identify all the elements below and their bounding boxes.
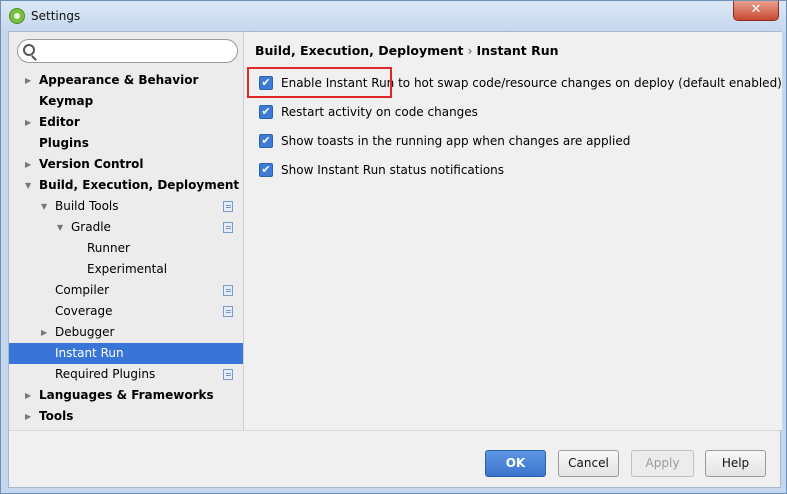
tree-item-label: Build, Execution, Deployment	[39, 178, 240, 192]
option-label[interactable]: Show toasts in the running app when chan…	[281, 130, 630, 152]
expand-arrow-icon[interactable]: ▼	[57, 217, 67, 238]
tree-item-label: Instant Run	[55, 346, 124, 360]
tree-item-label: Experimental	[87, 262, 168, 276]
option-label[interactable]: Restart activity on code changes	[281, 101, 478, 123]
settings-tree: ▶ Appearance & Behavior Keymap ▶ Editor Plugi…	[9, 70, 243, 427]
cancel-button[interactable]: Cancel	[558, 450, 619, 477]
tree-item-label: Editor	[39, 115, 80, 129]
tree-item-editor[interactable]: ▶ Editor	[9, 112, 243, 133]
tree-item-label: Debugger	[55, 325, 115, 339]
tree-item-debugger[interactable]: ▶ Debugger	[9, 322, 243, 343]
tree-item-coverage[interactable]: Coverage	[9, 301, 243, 322]
tree-item-label: Build Tools	[55, 199, 119, 213]
tree-item-required-plugins[interactable]: Required Plugins	[9, 364, 243, 385]
tree-item-label: Coverage	[55, 304, 113, 318]
window-title: Settings	[31, 9, 81, 23]
settings-sidebar: ▶ Appearance & Behavior Keymap ▶ Editor Plugi…	[9, 32, 244, 430]
collapse-arrow-icon[interactable]: ▶	[25, 70, 35, 91]
option-checkbox[interactable]: ✔	[259, 134, 273, 148]
tree-item-version-control[interactable]: ▶ Version Control	[9, 154, 243, 175]
tree-item-label: Appearance & Behavior	[39, 73, 199, 87]
tree-item-label: Runner	[87, 241, 130, 255]
breadcrumb: Build, Execution, Deployment › Instant Run	[255, 43, 559, 58]
breadcrumb-current: Instant Run	[476, 43, 559, 58]
tree-item-instant-run[interactable]: Instant Run	[9, 343, 243, 364]
apply-button[interactable]: Apply	[631, 450, 694, 477]
tree-item-tools[interactable]: ▶ Tools	[9, 406, 243, 427]
title-bar[interactable]: Settings ✕	[1, 1, 786, 31]
android-studio-icon	[9, 8, 25, 24]
option-checkbox[interactable]: ✔	[259, 105, 273, 119]
collapse-arrow-icon[interactable]: ▶	[25, 406, 35, 427]
project-settings-icon	[223, 222, 233, 233]
search-input[interactable]	[40, 42, 230, 60]
search-icon	[23, 44, 35, 56]
close-icon: ✕	[750, 2, 762, 17]
tree-item-label: Plugins	[39, 136, 89, 150]
tree-item-runner[interactable]: Runner	[9, 238, 243, 259]
tree-item-plugins[interactable]: Plugins	[9, 133, 243, 154]
highlight-box	[247, 67, 392, 98]
tree-item-keymap[interactable]: Keymap	[9, 91, 243, 112]
tree-item-label: Tools	[39, 409, 74, 423]
settings-panel: Build, Execution, Deployment › Instant Run…	[245, 32, 782, 430]
close-button[interactable]: ✕	[733, 1, 779, 21]
tree-item-label: Compiler	[55, 283, 110, 297]
tree-item-appearance-behavior[interactable]: ▶ Appearance & Behavior	[9, 70, 243, 91]
project-settings-icon	[223, 369, 233, 380]
expand-arrow-icon[interactable]: ▼	[25, 175, 35, 196]
tree-item-label: Required Plugins	[55, 367, 156, 381]
search-box[interactable]	[17, 39, 238, 63]
tree-item-build-execution-deployment[interactable]: ▼ Build, Execution, Deployment	[9, 175, 243, 196]
option-checkbox[interactable]: ✔	[259, 163, 273, 177]
project-settings-icon	[223, 306, 233, 317]
tree-item-gradle[interactable]: ▼ Gradle	[9, 217, 243, 238]
option-label[interactable]: Show Instant Run status notifications	[281, 159, 504, 181]
dialog-footer: OK Cancel Apply Help	[9, 430, 780, 487]
collapse-arrow-icon[interactable]: ▶	[25, 112, 35, 133]
settings-content: ▶ Appearance & Behavior Keymap ▶ Editor Plugi…	[8, 31, 782, 488]
ok-button[interactable]: OK	[485, 450, 546, 477]
breadcrumb-separator: ›	[467, 43, 473, 58]
project-settings-icon	[223, 285, 233, 296]
collapse-arrow-icon[interactable]: ▶	[41, 322, 51, 343]
collapse-arrow-icon[interactable]: ▶	[25, 385, 35, 406]
breadcrumb-parent: Build, Execution, Deployment	[255, 43, 464, 58]
expand-arrow-icon[interactable]: ▼	[41, 196, 51, 217]
help-button[interactable]: Help	[705, 450, 766, 477]
tree-item-label: Version Control	[39, 157, 144, 171]
project-settings-icon	[223, 201, 233, 212]
tree-item-build-tools[interactable]: ▼ Build Tools	[9, 196, 243, 217]
tree-item-label: Gradle	[71, 220, 111, 234]
collapse-arrow-icon[interactable]: ▶	[25, 154, 35, 175]
tree-item-languages-frameworks[interactable]: ▶ Languages & Frameworks	[9, 385, 243, 406]
tree-item-experimental[interactable]: Experimental	[9, 259, 243, 280]
settings-window: Settings ✕ ▶ Appearance & Behavior Keymap ▶…	[0, 0, 787, 494]
tree-item-compiler[interactable]: Compiler	[9, 280, 243, 301]
tree-item-label: Languages & Frameworks	[39, 388, 214, 402]
tree-item-label: Keymap	[39, 94, 94, 108]
